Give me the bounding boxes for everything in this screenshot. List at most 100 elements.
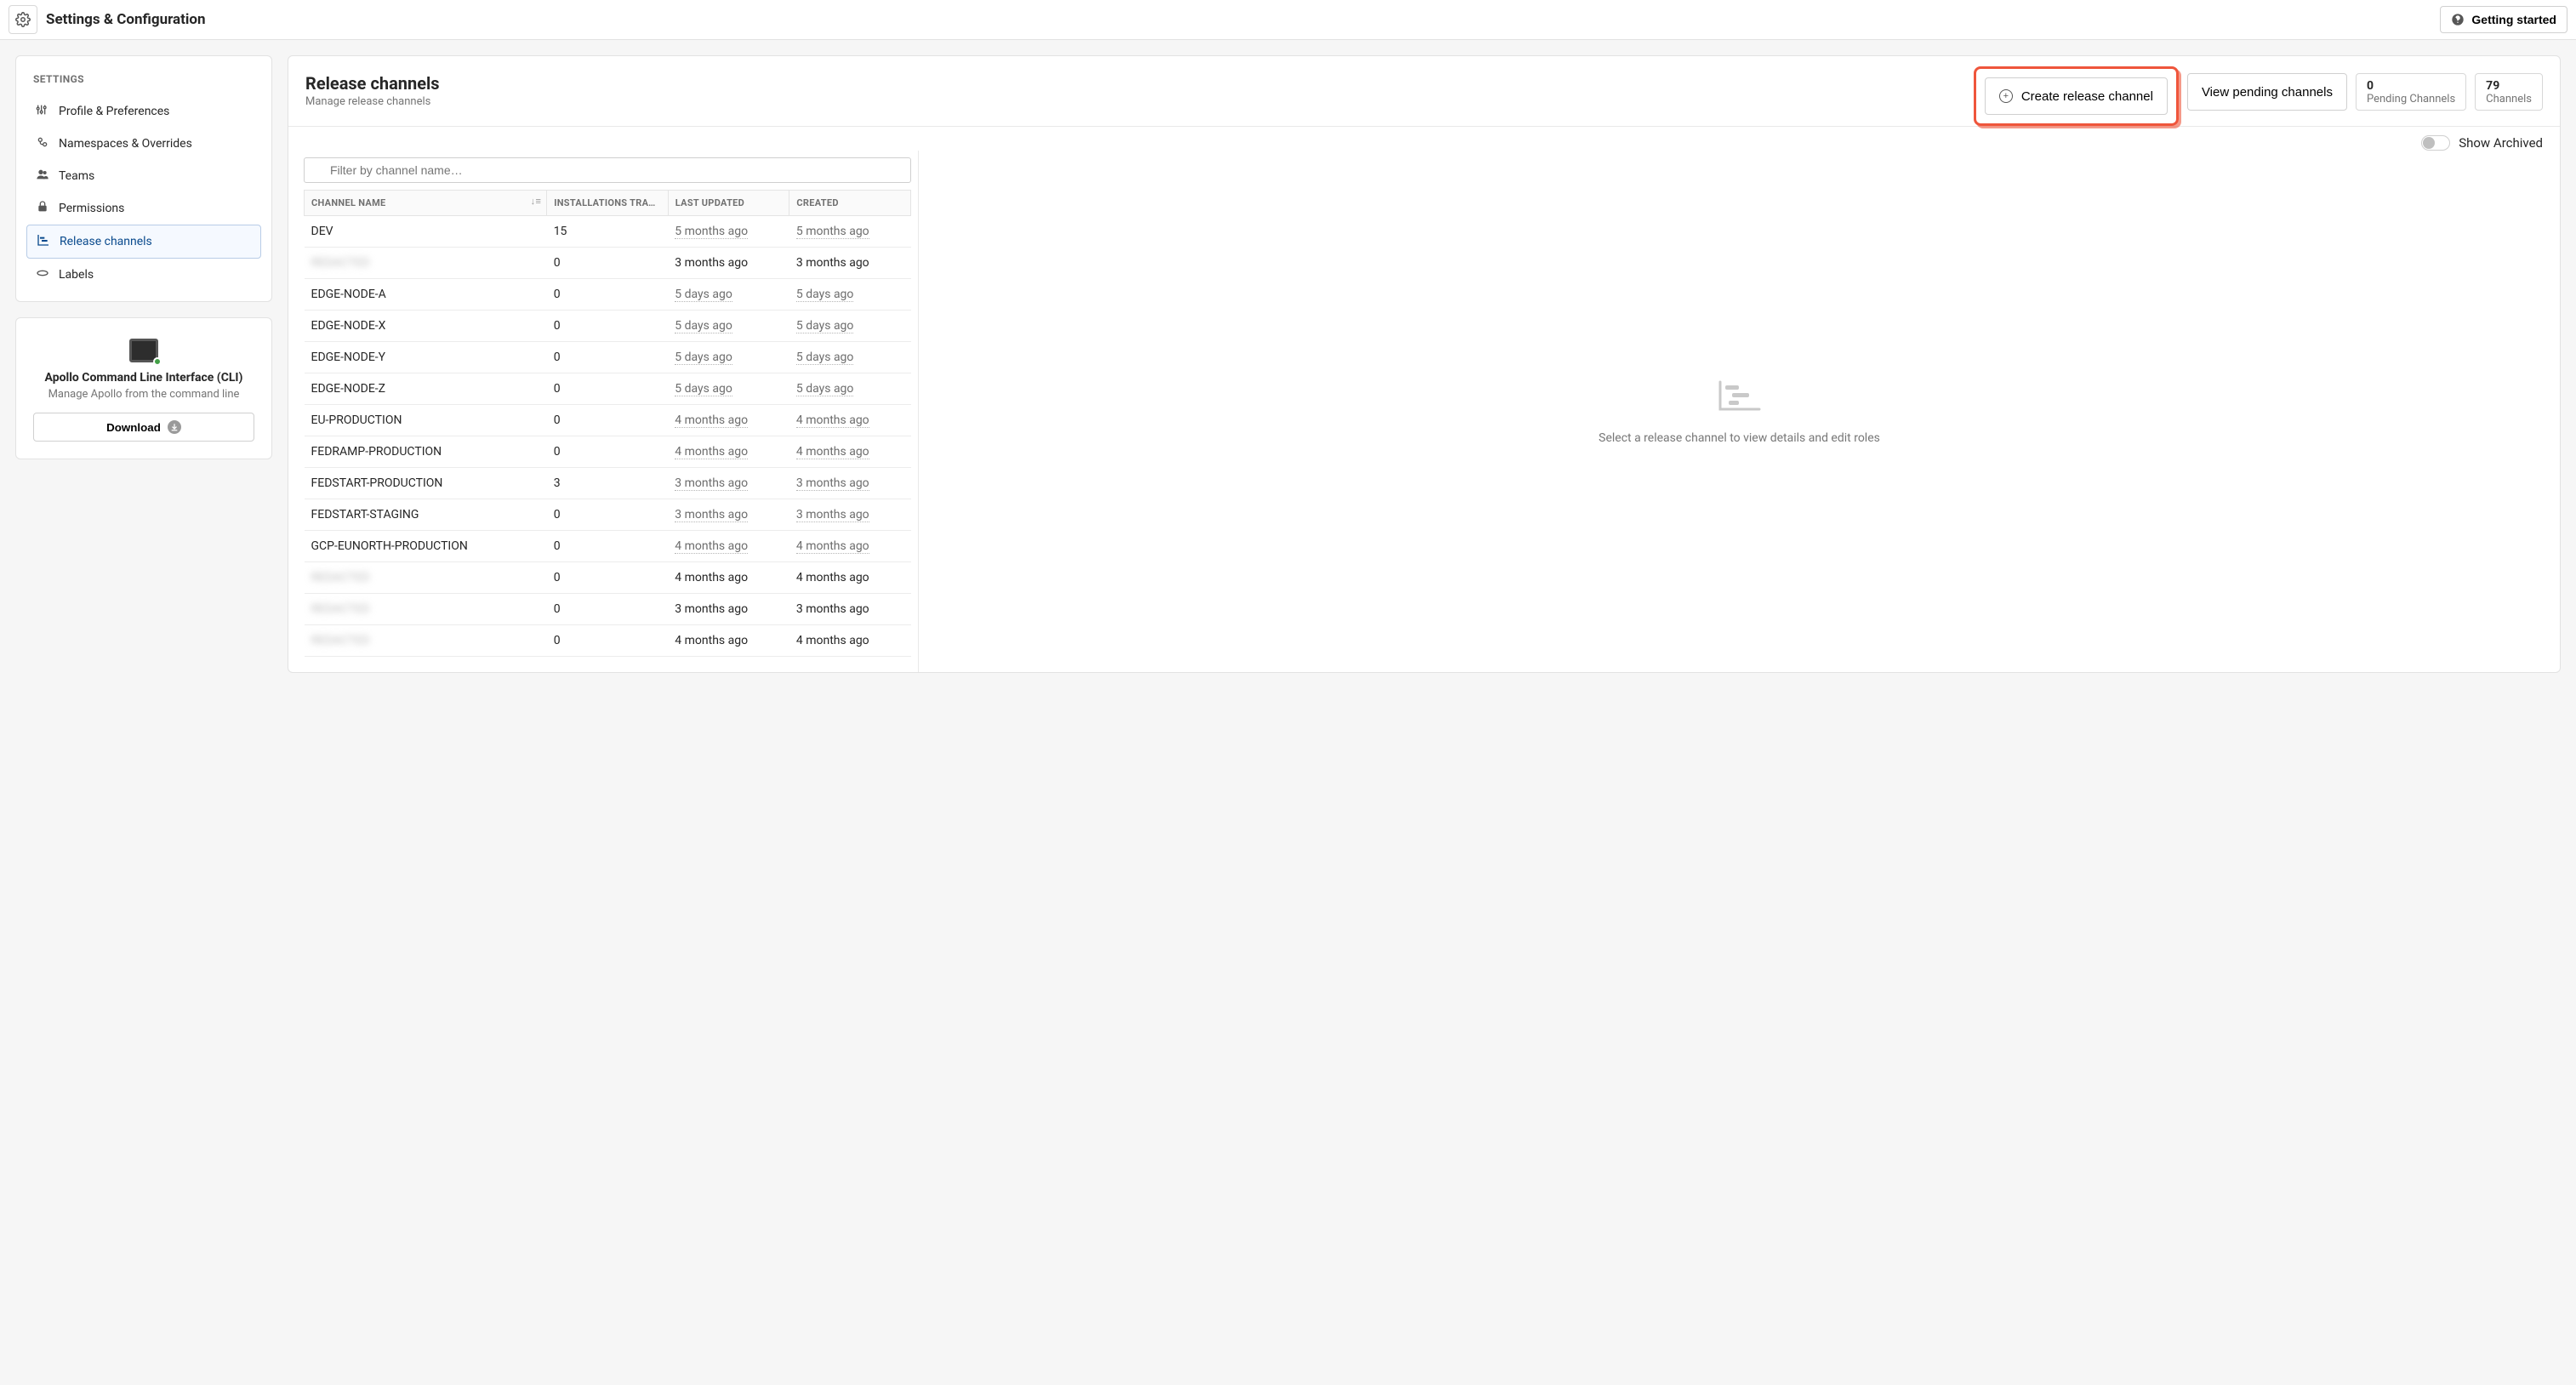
sidebar-item-labels[interactable]: Labels	[26, 259, 261, 291]
cell-updated: 4 months ago	[668, 625, 789, 657]
cell-created: 3 months ago	[789, 248, 911, 279]
cell-updated: 5 months ago	[668, 216, 789, 248]
cell-installs: 0	[547, 499, 669, 531]
page-title: Settings & Configuration	[46, 11, 206, 28]
cli-title: Apollo Command Line Interface (CLI)	[33, 371, 254, 385]
view-pending-channels-button[interactable]: View pending channels	[2187, 73, 2347, 111]
cell-updated: 3 months ago	[668, 248, 789, 279]
sidebar-item-namespaces-overrides[interactable]: Namespaces & Overrides	[26, 128, 261, 160]
section-title: Release channels	[305, 73, 440, 94]
cell-installs: 0	[547, 594, 669, 625]
cell-installs: 0	[547, 311, 669, 342]
cell-channel-name: FEDSTART-STAGING	[305, 499, 547, 531]
cell-channel-name: EDGE-NODE-X	[305, 311, 547, 342]
cell-created: 3 months ago	[789, 594, 911, 625]
col-created[interactable]: CREATED	[789, 191, 911, 216]
getting-started-label: Getting started	[2471, 13, 2556, 26]
detail-empty-state: Select a release channel to view details…	[918, 151, 2560, 672]
cell-channel-name: GCP-EUNORTH-PRODUCTION	[305, 531, 547, 562]
sidebar-item-label: Release channels	[60, 235, 152, 248]
cell-channel-name: DEV	[305, 216, 547, 248]
getting-started-button[interactable]: Getting started	[2440, 6, 2567, 33]
cell-created: 5 days ago	[789, 342, 911, 373]
nav-icon	[36, 233, 51, 250]
table-row[interactable]: GCP-EUNORTH-PRODUCTION04 months ago4 mon…	[305, 531, 911, 562]
section-subtitle: Manage release channels	[305, 95, 440, 108]
sidebar-item-release-channels[interactable]: Release channels	[26, 225, 261, 259]
table-row[interactable]: DEV155 months ago5 months ago	[305, 216, 911, 248]
cell-channel-name: EU-PRODUCTION	[305, 405, 547, 436]
show-archived-label: Show Archived	[2459, 135, 2543, 151]
cell-installs: 0	[547, 279, 669, 311]
cell-created: 5 days ago	[789, 373, 911, 405]
nav-icon	[35, 168, 50, 185]
table-row[interactable]: EDGE-NODE-Y05 days ago5 days ago	[305, 342, 911, 373]
cell-updated: 4 months ago	[668, 436, 789, 468]
pending-channels-count: 0	[2367, 79, 2455, 93]
cell-installs: 3	[547, 468, 669, 499]
table-row[interactable]: REDACTED03 months ago3 months ago	[305, 248, 911, 279]
sidebar-item-label: Labels	[59, 268, 94, 282]
cell-created: 4 months ago	[789, 436, 911, 468]
cell-created: 4 months ago	[789, 562, 911, 594]
sort-icon: ↓≡	[531, 196, 542, 207]
table-row[interactable]: EDGE-NODE-X05 days ago5 days ago	[305, 311, 911, 342]
cell-channel-name: EDGE-NODE-Y	[305, 342, 547, 373]
cell-channel-name: REDACTED	[305, 625, 547, 657]
cli-subtitle: Manage Apollo from the command line	[33, 388, 254, 401]
cell-created: 5 months ago	[789, 216, 911, 248]
sidebar-item-teams[interactable]: Teams	[26, 160, 261, 192]
show-archived-toggle[interactable]	[2421, 135, 2450, 151]
cell-installs: 0	[547, 342, 669, 373]
cell-installs: 0	[547, 436, 669, 468]
sidebar-item-permissions[interactable]: Permissions	[26, 192, 261, 225]
cell-installs: 0	[547, 531, 669, 562]
cell-channel-name: FEDRAMP-PRODUCTION	[305, 436, 547, 468]
main-panel: Release channels Manage release channels…	[288, 55, 2561, 673]
settings-gear-button[interactable]	[9, 5, 37, 34]
col-installations[interactable]: INSTALLATIONS TRAC…	[547, 191, 669, 216]
cell-updated: 3 months ago	[668, 468, 789, 499]
table-row[interactable]: FEDSTART-STAGING03 months ago3 months ag…	[305, 499, 911, 531]
table-row[interactable]: EDGE-NODE-Z05 days ago5 days ago	[305, 373, 911, 405]
create-release-channel-button[interactable]: + Create release channel	[1985, 77, 2168, 115]
cell-created: 4 months ago	[789, 531, 911, 562]
channels-label: Channels	[2486, 93, 2532, 105]
channels-table: CHANNEL NAME ↓≡ INSTALLATIONS TRAC… LAST…	[304, 190, 911, 657]
cell-channel-name: REDACTED	[305, 562, 547, 594]
table-row[interactable]: REDACTED04 months ago4 months ago	[305, 562, 911, 594]
table-row[interactable]: EDGE-NODE-A05 days ago5 days ago	[305, 279, 911, 311]
channel-filter-input[interactable]	[304, 157, 911, 183]
detail-empty-text: Select a release channel to view details…	[1599, 431, 1880, 445]
cell-installs: 0	[547, 562, 669, 594]
cell-created: 5 days ago	[789, 311, 911, 342]
cell-created: 4 months ago	[789, 405, 911, 436]
table-row[interactable]: EU-PRODUCTION04 months ago4 months ago	[305, 405, 911, 436]
channels-count: 79	[2486, 79, 2532, 93]
gantt-placeholder-icon	[1717, 379, 1763, 413]
table-row[interactable]: FEDRAMP-PRODUCTION04 months ago4 months …	[305, 436, 911, 468]
pending-channels-label: Pending Channels	[2367, 93, 2455, 105]
cell-created: 4 months ago	[789, 625, 911, 657]
cli-download-button[interactable]: Download	[33, 413, 254, 442]
col-last-updated[interactable]: LAST UPDATED	[668, 191, 789, 216]
col-channel-name[interactable]: CHANNEL NAME ↓≡	[305, 191, 547, 216]
cell-installs: 0	[547, 248, 669, 279]
help-circle-icon	[2451, 13, 2465, 26]
cell-channel-name: EDGE-NODE-Z	[305, 373, 547, 405]
sidebar-settings-panel: SETTINGS Profile & Preferences Namespaces…	[15, 55, 272, 302]
cell-updated: 5 days ago	[668, 279, 789, 311]
download-icon	[168, 420, 181, 434]
cell-updated: 3 months ago	[668, 594, 789, 625]
cell-channel-name: REDACTED	[305, 594, 547, 625]
cell-updated: 4 months ago	[668, 562, 789, 594]
sidebar-item-profile-preferences[interactable]: Profile & Preferences	[26, 95, 261, 128]
terminal-icon	[129, 339, 158, 362]
table-row[interactable]: REDACTED04 months ago4 months ago	[305, 625, 911, 657]
sidebar-item-label: Namespaces & Overrides	[59, 137, 192, 151]
table-row[interactable]: REDACTED03 months ago3 months ago	[305, 594, 911, 625]
create-release-channel-label: Create release channel	[2021, 89, 2153, 104]
table-row[interactable]: FEDSTART-PRODUCTION33 months ago3 months…	[305, 468, 911, 499]
sidebar-heading: SETTINGS	[26, 73, 261, 95]
cell-installs: 0	[547, 373, 669, 405]
